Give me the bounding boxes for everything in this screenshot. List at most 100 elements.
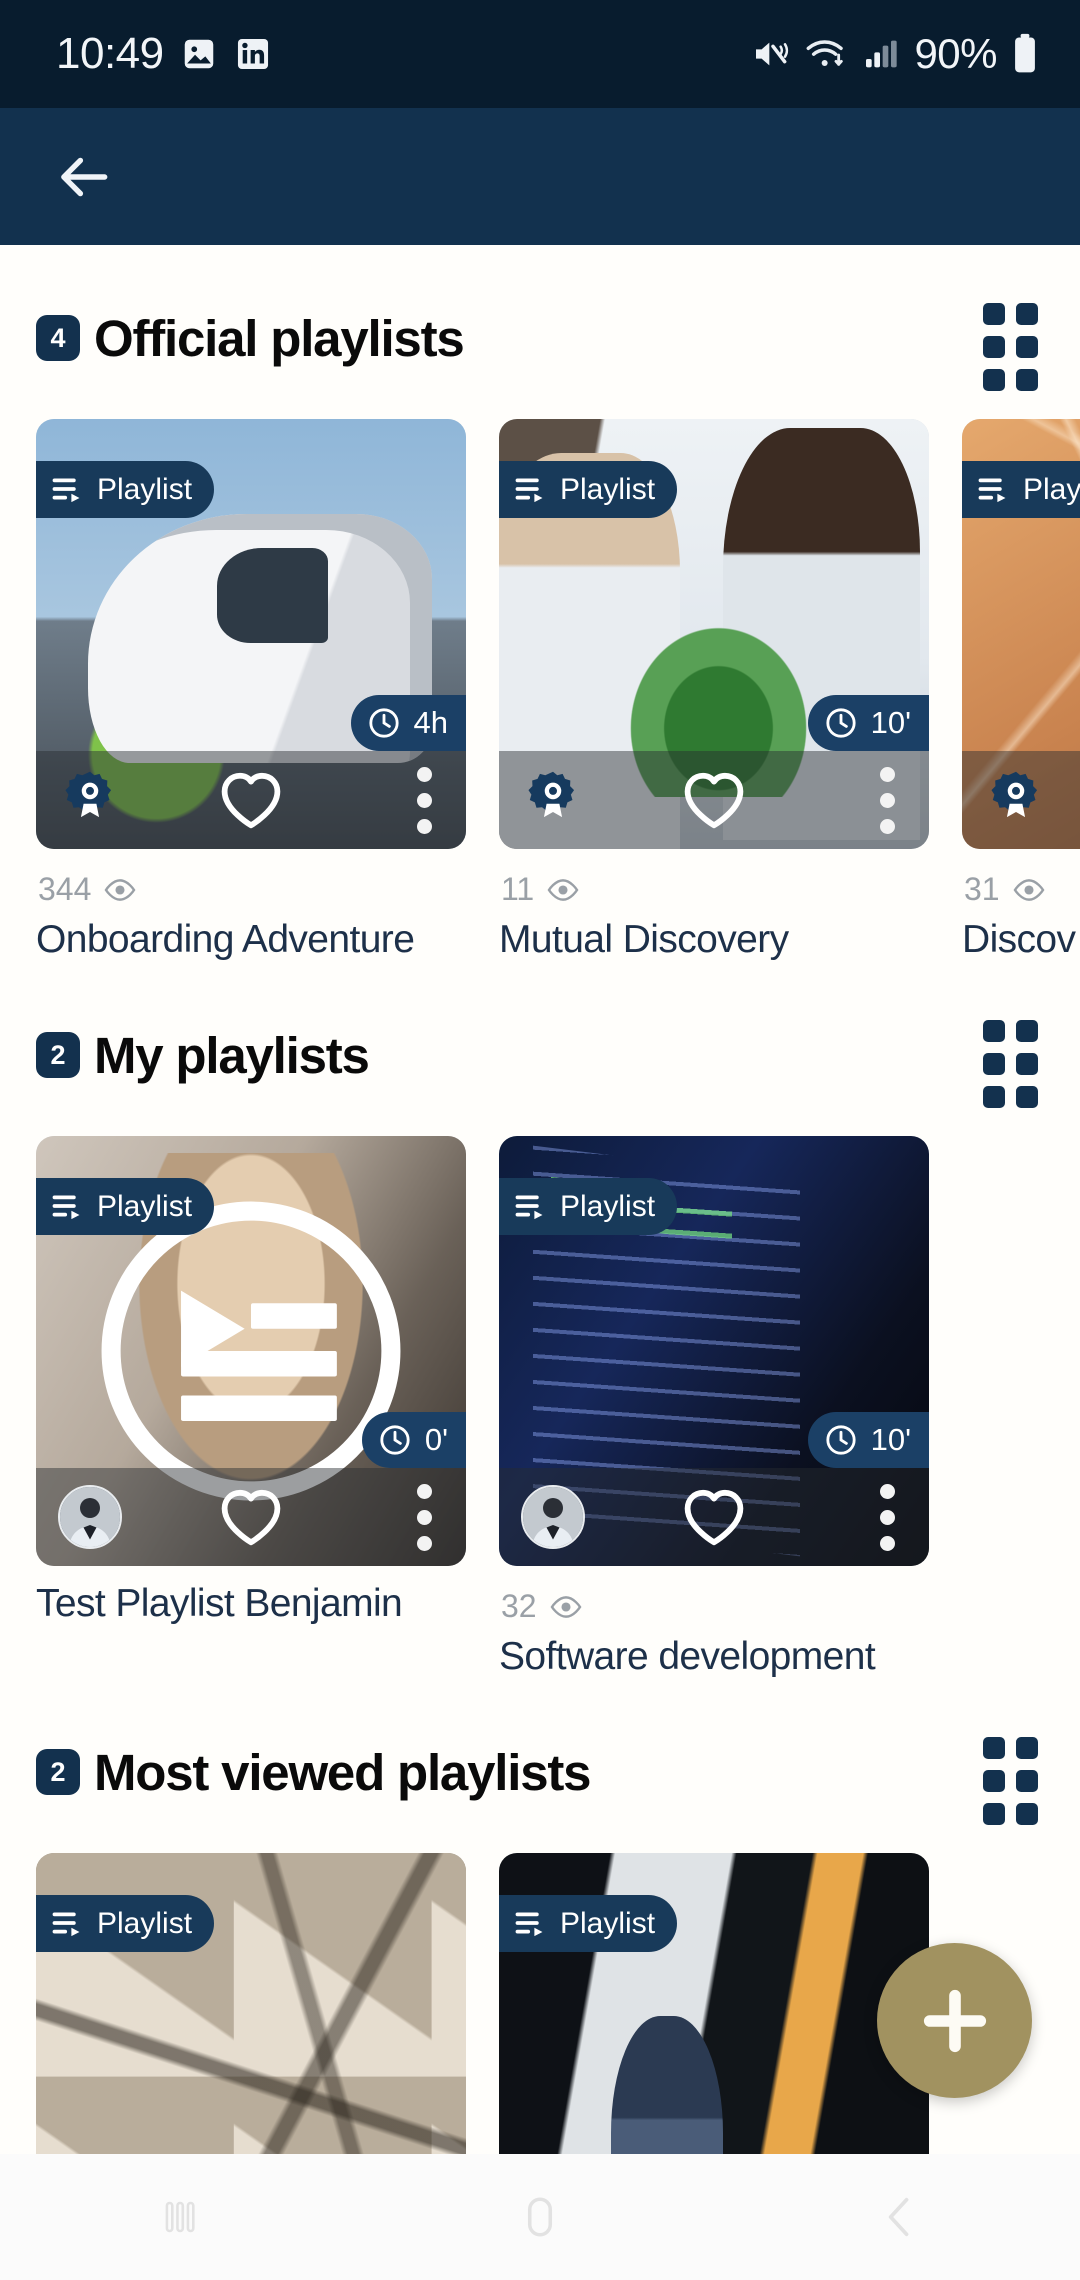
action-right [786, 1483, 929, 1551]
back-button[interactable] [720, 2189, 1080, 2245]
playlist-list-icon [52, 1194, 85, 1220]
playlist-list-icon [52, 1911, 85, 1937]
mute-icon [751, 34, 791, 74]
add-playlist-fab[interactable] [877, 1943, 1032, 2098]
eye-icon [546, 878, 580, 902]
more-options-icon[interactable] [879, 766, 895, 834]
playlist-thumbnail[interactable]: Playlist 0' [36, 1136, 466, 1566]
grid-dot [1016, 1803, 1038, 1825]
section-title: My playlists [94, 1026, 370, 1084]
playlist-thumbnail[interactable]: Playlist 10' [499, 1136, 929, 1566]
official-award-badge-icon [58, 768, 122, 832]
heart-icon[interactable] [681, 769, 747, 831]
back-chevron-icon [872, 2189, 928, 2245]
playlist-title[interactable]: Software development [499, 1635, 929, 1679]
section-count-badge: 2 [36, 1032, 80, 1078]
view-count: 31 [964, 871, 1080, 908]
grid-dot [1016, 303, 1038, 325]
signal-icon [861, 34, 901, 74]
action-center [642, 1486, 785, 1548]
official-award-badge-icon [521, 768, 585, 832]
clock-icon [824, 706, 858, 740]
duration-label: 10' [870, 1422, 911, 1457]
system-nav-bar [0, 2154, 1080, 2280]
more-options-icon[interactable] [879, 1483, 895, 1551]
grid-dot [983, 1053, 1005, 1075]
action-center [642, 769, 785, 831]
playlist-title[interactable]: Mutual Discovery [499, 918, 929, 962]
playlist-list-icon [978, 477, 1011, 503]
grid-dot [983, 369, 1005, 391]
playlist-tag-label: Playli [1023, 472, 1080, 506]
playlist-tag-label: Playlist [97, 1189, 193, 1223]
playlist-card[interactable]: Playlist 10' [499, 1136, 929, 1679]
clock-icon [367, 706, 401, 740]
thumbnail-action-bar [962, 751, 1080, 849]
thumbnail-action-bar [499, 751, 929, 849]
heart-icon[interactable] [681, 1486, 747, 1548]
eye-icon [103, 878, 137, 902]
playlist-thumbnail[interactable]: Playlist 4h [36, 419, 466, 849]
playlist-type-tag: Playlist [499, 1178, 678, 1235]
playlist-tag-label: Playlist [97, 1906, 193, 1940]
duration-badge: 0' [361, 1412, 466, 1468]
home-button[interactable] [360, 2189, 720, 2245]
section-header: 2 Most viewed playlists [0, 1679, 1080, 1825]
view-count-value: 11 [501, 871, 535, 907]
more-options-icon[interactable] [416, 1483, 432, 1551]
eye-icon [1012, 878, 1046, 902]
action-left [499, 768, 642, 832]
header-back-button[interactable] [48, 141, 120, 213]
playlist-card-row[interactable]: Playlist 4h 344 Onboarding Adventure Pla… [0, 391, 1080, 962]
playlist-title[interactable]: Onboarding Adventure [36, 918, 466, 962]
playlist-card[interactable]: Playlist 0' Test Playlist Benjamin [36, 1136, 466, 1679]
action-right [323, 766, 466, 834]
recents-button[interactable] [0, 2189, 360, 2245]
view-count: 32 [501, 1588, 929, 1625]
grid-dot [1016, 1770, 1038, 1792]
thumbnail-action-bar [36, 1468, 466, 1566]
playlist-type-tag: Playlist [499, 1895, 678, 1952]
playlist-card-row[interactable]: Playlist 0' Test Playlist Benjamin Playl… [0, 1108, 1080, 1679]
grid-view-toggle[interactable] [983, 285, 1038, 391]
recents-icon [152, 2189, 208, 2245]
playlist-card[interactable]: Playli [962, 419, 1080, 962]
grid-dot [983, 336, 1005, 358]
more-options-icon[interactable] [416, 766, 432, 834]
playlist-card[interactable]: Playlist 4h 344 Onboarding Adventure [36, 419, 466, 962]
clock-icon [824, 1423, 858, 1457]
playlist-title[interactable]: Test Playlist Benjamin [36, 1582, 466, 1626]
playlist-title[interactable]: Discov [962, 918, 1080, 962]
playlist-thumbnail[interactable]: Playli [962, 419, 1080, 849]
status-bar: 10:49 90% [0, 0, 1080, 108]
action-center [179, 769, 322, 831]
view-count-value: 344 [38, 871, 92, 907]
official-award-badge-icon [984, 768, 1048, 832]
section-header: 4 Official playlists [0, 245, 1080, 391]
heart-icon[interactable] [218, 1486, 284, 1548]
playlist-thumbnail[interactable]: Playlist 10' [499, 419, 929, 849]
playlist-tag-label: Playlist [97, 472, 193, 506]
battery-percent: 90% [914, 30, 997, 77]
heart-icon[interactable] [218, 769, 284, 831]
section-official-playlists: 4 Official playlists Playlist 4h 344 Onb… [0, 245, 1080, 962]
status-time: 10:49 [56, 29, 164, 78]
grid-dot [1016, 1053, 1038, 1075]
playlist-list-icon [52, 477, 85, 503]
playlist-list-icon [515, 1911, 548, 1937]
status-bar-right: 90% [751, 30, 1040, 78]
action-left [499, 1485, 642, 1549]
view-count: 344 [38, 871, 466, 908]
playlist-type-tag: Playlist [36, 1895, 215, 1952]
view-count: 11 [501, 871, 929, 908]
playlist-tag-label: Playlist [560, 1189, 656, 1223]
grid-dot [1016, 1737, 1038, 1759]
section-count-badge: 2 [36, 1749, 80, 1795]
thumbnail-action-bar [499, 1468, 929, 1566]
back-arrow-icon [53, 146, 115, 208]
grid-view-toggle[interactable] [983, 1719, 1038, 1825]
grid-view-toggle[interactable] [983, 1002, 1038, 1108]
plus-icon [914, 1980, 996, 2062]
action-left [36, 1485, 179, 1549]
playlist-card[interactable]: Playlist 10' [499, 419, 929, 962]
